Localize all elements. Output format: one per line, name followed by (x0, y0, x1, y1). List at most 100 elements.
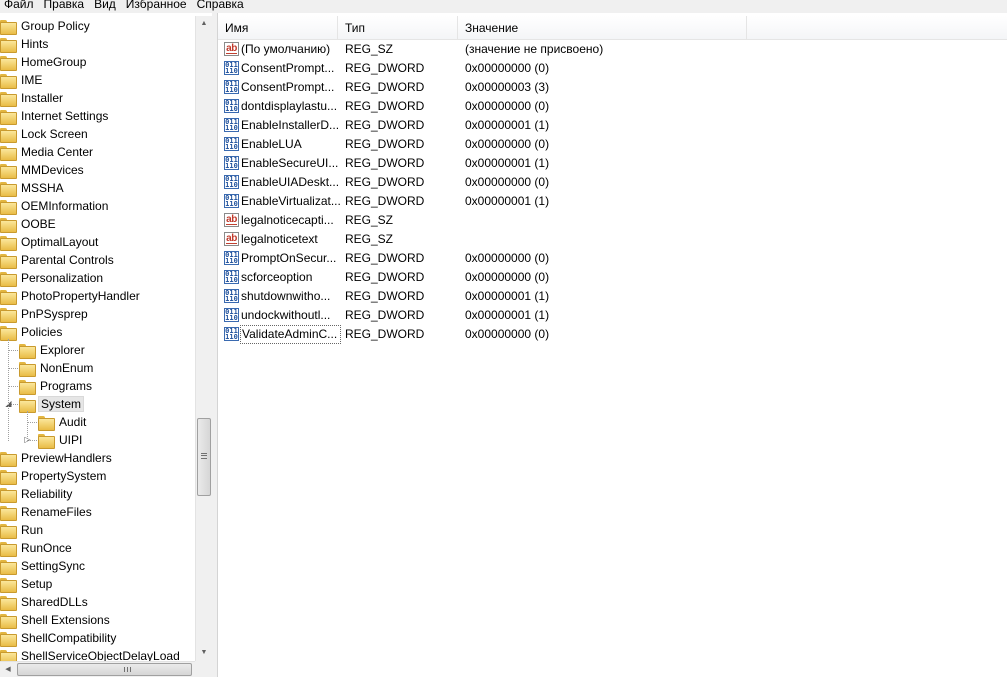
string-value-icon: ab (224, 213, 239, 227)
folder-icon (0, 541, 17, 557)
tree-item[interactable]: Shell Extensions (0, 611, 112, 629)
tree-item[interactable]: Reliability (0, 485, 74, 503)
tree-item-label: PhotoPropertyHandler (21, 289, 140, 303)
value-data: 0x00000000 (0) (465, 175, 550, 189)
column-header-data[interactable]: Значение (458, 16, 747, 40)
tree-item[interactable]: Internet Settings (0, 107, 110, 125)
tree-connector (8, 386, 18, 387)
tree-item[interactable]: UIPI (38, 431, 84, 449)
table-row[interactable]: 011 110 EnableLUA REG_DWORD 0x00000000 (0) (222, 135, 1007, 154)
tree-item[interactable]: OOBE (0, 215, 58, 233)
tree-item[interactable]: SharedDLLs (0, 593, 90, 611)
tree-vertical-scroll-thumb[interactable] (197, 418, 211, 496)
menu-edit[interactable]: Правка (40, 0, 91, 12)
tree-item[interactable]: RunOnce (0, 539, 74, 557)
table-row[interactable]: ab legalnoticetext REG_SZ (222, 230, 1007, 249)
tree-item-label: Installer (21, 91, 64, 105)
registry-key-tree[interactable]: Group Policy Hints HomeGroup IME Installer In… (0, 16, 212, 677)
tree-connector (27, 411, 28, 441)
menu-file[interactable]: Файл (0, 0, 40, 12)
tree-item-label: OEMInformation (21, 199, 109, 213)
table-row[interactable]: 011 110 ConsentPrompt... REG_DWORD 0x0000000… (222, 59, 1007, 78)
tree-item[interactable]: SettingSync (0, 557, 87, 575)
table-row[interactable]: 011 110 PromptOnSecur... REG_DWORD 0x0000000… (222, 249, 1007, 268)
table-row[interactable]: 011 110 EnableUIADeskt... REG_DWORD 0x000000… (222, 173, 1007, 192)
table-row[interactable]: 011 110 shutdownwitho... REG_DWORD 0x0000000… (222, 287, 1007, 306)
tree-item[interactable]: NonEnum (19, 359, 95, 377)
folder-icon (0, 217, 17, 233)
tree-item[interactable]: System (19, 395, 85, 413)
table-row[interactable]: 011 110 undockwithoutl... REG_DWORD 0x000000… (222, 306, 1007, 325)
tree-item[interactable]: Programs (19, 377, 94, 395)
menu-help[interactable]: Справка (193, 0, 250, 12)
value-name: dontdisplaylastu... (241, 99, 338, 113)
tree-item[interactable]: Run (0, 521, 45, 539)
column-header-type[interactable]: Тип (338, 16, 458, 40)
dword-value-icon: 011 110 (224, 251, 239, 265)
tree-item[interactable]: Lock Screen (0, 125, 90, 143)
tree-item-label: Shell Extensions (21, 613, 110, 627)
tree-item[interactable]: Installer (0, 89, 65, 107)
folder-icon (0, 91, 17, 107)
value-type: REG_DWORD (345, 118, 425, 132)
tree-item[interactable]: HomeGroup (0, 53, 88, 71)
table-row[interactable]: 011 110 EnableVirtualizat... REG_DWORD 0x000… (222, 192, 1007, 211)
menu-view[interactable]: Вид (90, 0, 122, 12)
menu-favorites[interactable]: Избранное (122, 0, 193, 12)
tree-item[interactable]: PnPSysprep (0, 305, 90, 323)
table-row[interactable]: 011 110 ValidateAdminC... REG_DWORD 0x000000… (222, 325, 1007, 344)
value-type: REG_DWORD (345, 289, 425, 303)
dword-value-icon: 011 110 (224, 80, 239, 94)
value-data (465, 230, 765, 249)
tree-item[interactable]: Policies (0, 323, 64, 341)
value-name: shutdownwitho... (241, 289, 331, 303)
tree-item[interactable]: Parental Controls (0, 251, 116, 269)
tree-item[interactable]: Explorer (19, 341, 87, 359)
tree-item[interactable]: PropertySystem (0, 467, 108, 485)
dword-value-icon: 011 110 (224, 137, 239, 151)
tree-item[interactable]: ShellCompatibility (0, 629, 118, 647)
tree-item[interactable]: OptimalLayout (0, 233, 100, 251)
tree-item-label: MSSHA (21, 181, 64, 195)
tree-item[interactable]: Media Center (0, 143, 95, 161)
value-data: 0x00000000 (0) (465, 61, 550, 75)
tree-item[interactable]: Hints (0, 35, 50, 53)
tree-item[interactable]: PhotoPropertyHandler (0, 287, 142, 305)
value-data: 0x00000000 (0) (465, 99, 550, 113)
tree-item[interactable]: IME (0, 71, 44, 89)
value-type: REG_DWORD (345, 80, 425, 94)
value-data: (значение не присвоено) (465, 42, 604, 56)
table-row[interactable]: 011 110 ConsentPrompt... REG_DWORD 0x0000000… (222, 78, 1007, 97)
tree-item[interactable]: OEMInformation (0, 197, 110, 215)
table-row[interactable]: 011 110 scforceoption REG_DWORD 0x00000000 (… (222, 268, 1007, 287)
value-type: REG_DWORD (345, 137, 425, 151)
table-row[interactable]: 011 110 EnableInstallerD... REG_DWORD 0x0000… (222, 116, 1007, 135)
tree-item-label: Internet Settings (21, 109, 109, 123)
registry-values-list[interactable]: Имя Тип Значение ab (По умолчанию) REG_SZ(… (218, 16, 1007, 677)
tree-item[interactable]: MMDevices (0, 161, 86, 179)
tree-horizontal-scroll-thumb[interactable] (17, 663, 192, 676)
scroll-down-arrow-icon[interactable]: ▼ (196, 645, 212, 661)
tree-item[interactable]: RenameFiles (0, 503, 94, 521)
tree-vertical-scrollbar[interactable]: ▲ ▼ (195, 16, 212, 661)
scroll-up-arrow-icon[interactable]: ▲ (196, 16, 212, 32)
tree-horizontal-scrollbar[interactable]: ◀ (0, 661, 195, 677)
table-row[interactable]: 011 110 EnableSecureUI... REG_DWORD 0x000000… (222, 154, 1007, 173)
tree-item[interactable]: Audit (38, 413, 88, 431)
tree-item-label: OptimalLayout (21, 235, 99, 249)
table-row[interactable]: ab legalnoticecapti... REG_SZ (222, 211, 1007, 230)
scroll-left-arrow-icon[interactable]: ◀ (0, 662, 16, 677)
dword-value-icon: 011 110 (224, 61, 239, 75)
value-type: REG_DWORD (345, 175, 425, 189)
table-row[interactable]: ab (По умолчанию) REG_SZ (значение не присв… (222, 40, 1007, 59)
table-row[interactable]: 011 110 dontdisplaylastu... REG_DWORD 0x0000… (222, 97, 1007, 116)
tree-item[interactable]: PreviewHandlers (0, 449, 114, 467)
tree-item[interactable]: MSSHA (0, 179, 66, 197)
tree-item-label: Explorer (40, 343, 85, 357)
tree-item[interactable]: Group Policy (0, 17, 92, 35)
column-header-name[interactable]: Имя (218, 16, 338, 40)
tree-item[interactable]: Setup (0, 575, 54, 593)
value-type: REG_SZ (345, 42, 394, 56)
value-name: scforceoption (241, 270, 313, 284)
tree-item[interactable]: Personalization (0, 269, 105, 287)
